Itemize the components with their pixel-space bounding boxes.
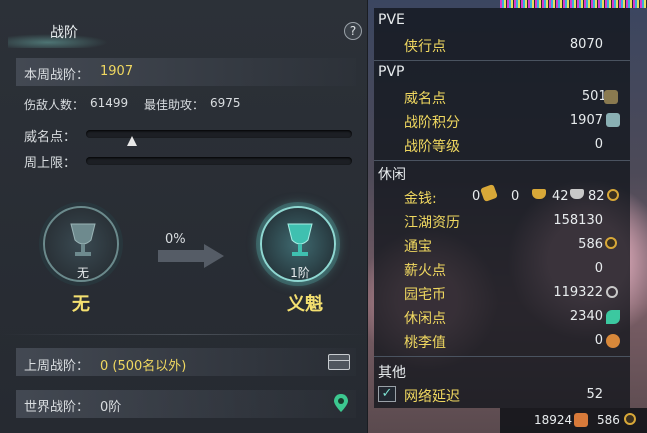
silver-ingot-icon [570, 189, 584, 199]
leisure-stat-value: 0 [594, 333, 603, 348]
leisure-stat-label: 休闲点 [404, 311, 446, 327]
leisure-stat-label: 桃李值 [404, 335, 446, 351]
assists-label: 最佳助攻： [144, 98, 205, 112]
chest-icon[interactable] [328, 354, 350, 370]
gold-ingot-icon [532, 189, 546, 199]
home-coin-icon [606, 286, 618, 298]
section-divider [374, 60, 630, 61]
peach-icon [606, 334, 620, 348]
pve-stat-label: 侠行点 [404, 39, 446, 55]
section-divider [374, 160, 630, 161]
weekly-cap-bar [86, 157, 352, 165]
arrow-icon [158, 244, 224, 268]
cup-icon [287, 223, 313, 256]
money-silver-count: 42 [552, 189, 569, 204]
pve-stat-value: 8070 [569, 37, 603, 52]
weekly-cap-label: 周上限： [24, 156, 77, 171]
world-rank-label: 世界战阶： [24, 400, 90, 415]
prestige-label: 威名点： [24, 130, 77, 145]
latency-label: 网络延迟 [404, 389, 460, 405]
leisure-stat-label: 薪火点 [404, 263, 446, 279]
weekly-rank-value: 1907 [100, 64, 134, 79]
bottom-value-a: 18924 [534, 413, 573, 427]
panel-title: 战阶 [50, 25, 78, 41]
pve-section-heading: PVE [378, 12, 405, 28]
pvp-stat-label: 战阶等级 [404, 139, 460, 155]
panel-divider [0, 334, 368, 335]
leisure-stat-value: 2340 [569, 309, 603, 324]
assists-value: 6975 [210, 96, 241, 110]
leaf-icon [606, 310, 620, 324]
cup-icon [70, 223, 96, 256]
next-rank-name: 义魁 [287, 294, 323, 315]
leisure-stat-value: 586 [578, 237, 603, 252]
money-gold-bar-count: 0 [472, 189, 481, 204]
pvp-stat-value: 1907 [569, 113, 603, 128]
prestige-icon [604, 90, 618, 104]
leisure-section-heading: 休闲 [378, 167, 406, 183]
check-icon[interactable]: ✓ [378, 386, 396, 402]
money-gold-count: 0 [511, 189, 520, 204]
current-rank-emblem-label: 无 [76, 266, 89, 280]
leisure-stat-label: 园宅币 [404, 287, 446, 303]
kills-label: 伤敌人数： [24, 98, 85, 112]
rank-panel: 战阶 ? 本周战阶： 1907 伤敌人数： 61499 最佳助攻： 6975 威… [0, 0, 368, 433]
latency-value: 52 [586, 387, 603, 402]
world-rank-value: 0阶 [100, 400, 122, 415]
next-rank-emblem-label: 1阶 [290, 266, 310, 280]
current-rank-emblem[interactable]: 无 [43, 206, 119, 282]
last-week-value: 0 (500名以外) [100, 359, 187, 374]
leisure-stat-value: 119322 [553, 285, 603, 300]
kills-value: 61499 [90, 96, 129, 110]
leisure-stat-value: 0 [594, 261, 603, 276]
money-copper-count: 82 [588, 189, 605, 204]
rank-score-icon [606, 113, 620, 127]
location-pin-icon[interactable] [334, 394, 348, 412]
bottom-value-b: 586 [597, 413, 620, 427]
weekly-rank-label: 本周战阶： [24, 68, 90, 83]
last-week-label: 上周战阶： [24, 359, 90, 374]
current-rank-name: 无 [72, 294, 90, 315]
prestige-bar-marker [127, 136, 137, 146]
money-label: 金钱: [404, 191, 437, 207]
leisure-stat-value: 158130 [553, 213, 603, 228]
pvp-stat-value: 0 [594, 137, 603, 152]
other-section-heading: 其他 [378, 365, 406, 381]
character-icon [574, 413, 588, 427]
prestige-bar [86, 130, 352, 138]
leisure-stat-label: 江湖资历 [404, 215, 460, 231]
coin-icon [605, 237, 617, 249]
help-icon[interactable]: ? [344, 22, 362, 40]
section-divider [374, 356, 630, 357]
pvp-section-heading: PVP [378, 64, 405, 80]
leisure-stat-label: 通宝 [404, 239, 432, 255]
pvp-stat-label: 战阶积分 [404, 115, 460, 131]
scene-color-strip [500, 0, 647, 8]
coin-icon [624, 413, 636, 425]
coin-icon [607, 189, 619, 201]
next-rank-emblem[interactable]: 1阶 [260, 206, 336, 282]
pvp-stat-label: 威名点 [404, 91, 446, 107]
panel-header: 战阶 ? [0, 12, 368, 48]
